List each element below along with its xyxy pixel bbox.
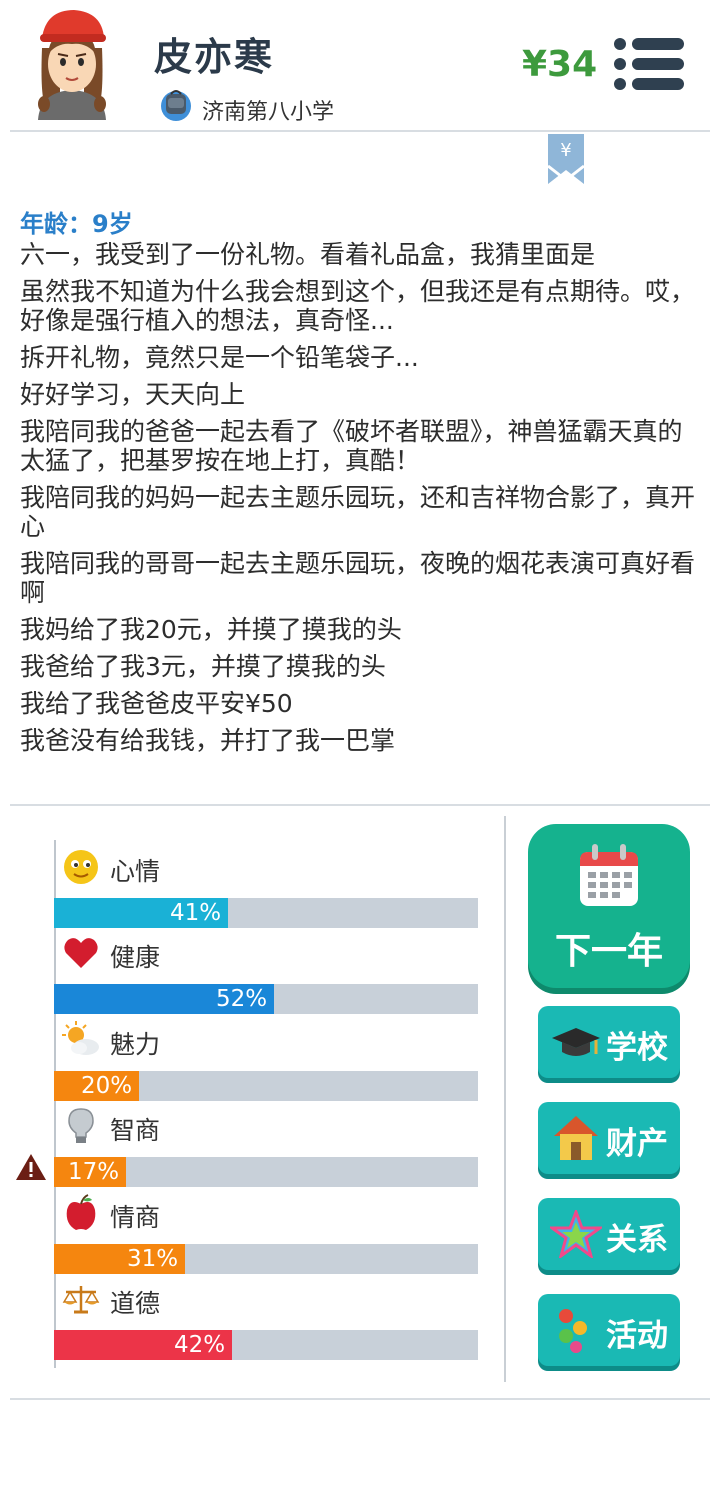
story-line: 我陪同我的爸爸一起去看了《破坏者联盟》，神兽猛霸天真的太猛了，把基罗按在地上打，… (20, 417, 683, 475)
stat-row: 健康 52% (54, 934, 478, 1020)
stat-row: 道德 42% (54, 1280, 478, 1366)
bookmark-ribbon-icon[interactable]: ¥ (546, 134, 586, 186)
stat-row: 情商 31% (54, 1193, 478, 1280)
activities-button-label: 活动 (606, 1318, 668, 1354)
stat-percent: 31% (127, 1245, 179, 1272)
stat-row: 心情 41% (54, 848, 478, 934)
stat-label: 智商 (110, 1116, 161, 1146)
school-button-label: 学校 (606, 1030, 668, 1066)
stat-percent: 41% (170, 900, 222, 926)
relations-button-label: 关系 (606, 1222, 668, 1258)
star-icon (550, 1210, 602, 1258)
story-line: 虽然我不知道为什么我会想到这个，但我还是有点期待。哎，好像是强行植入的想法，真奇… (20, 277, 696, 335)
activities-button[interactable]: 活动 (538, 1294, 680, 1366)
stat-bar-track: 52% (54, 984, 478, 1015)
school-bag-icon (161, 90, 191, 121)
story-line: 六一，我受到了一份礼物。看着礼品盒，我猜里面是 (20, 240, 596, 269)
story-line: 我妈给了我20元，并摸了摸我的头 (20, 615, 402, 644)
stat-bar-track: 20% (54, 1070, 478, 1101)
property-button[interactable]: 财产 (538, 1102, 680, 1174)
sun-cloud-icon (62, 1020, 99, 1055)
stat-label: 魅力 (110, 1029, 161, 1059)
story-divider (10, 804, 710, 806)
age-label: 年龄：9岁 (20, 210, 133, 238)
relations-button[interactable]: 关系 (538, 1198, 680, 1270)
property-button-label: 财产 (606, 1126, 668, 1162)
calendar-icon (580, 844, 638, 906)
stat-percent: 20% (81, 1072, 133, 1099)
stat-label: 情商 (110, 1202, 161, 1232)
activity-dots-icon (559, 1309, 587, 1353)
header-divider (10, 130, 710, 132)
story-line: 好好学习，天天向上 (20, 380, 246, 409)
graduation-cap-icon (552, 1028, 600, 1056)
next-year-button[interactable]: 下一年 (528, 824, 690, 988)
story-line: 我爸给了我3元，并摸了摸我的头 (20, 652, 386, 681)
stat-label: 心情 (110, 857, 161, 886)
next-year-label: 下一年 (554, 931, 663, 972)
stat-label: 道德 (110, 1289, 161, 1318)
story-line: 我爸没有给我钱，并打了我一巴掌 (20, 726, 396, 755)
ribbon-symbol: ¥ (560, 140, 571, 161)
stat-row: 魅力 20% (54, 1020, 478, 1107)
smiley-icon (64, 850, 98, 884)
scales-icon (62, 1286, 100, 1314)
panel-divider (504, 816, 506, 1382)
heart-icon (64, 938, 98, 969)
apple-icon (66, 1193, 96, 1230)
story-line: 我陪同我的哥哥一起去主题乐园玩，夜晚的烟花表演可真好看啊 (20, 549, 696, 607)
house-icon (554, 1116, 598, 1160)
lightbulb-icon (68, 1108, 94, 1144)
character-name: 皮亦寒 (154, 35, 275, 79)
avatar (38, 10, 106, 120)
stat-row: 智商 17% (54, 1107, 478, 1193)
stat-percent: 42% (174, 1332, 226, 1358)
school-button[interactable]: 学校 (538, 1006, 680, 1078)
story-log: 六一，我受到了一份礼物。看着礼品盒，我猜里面是虽然我不知道为什么我会想到这个，但… (20, 240, 700, 763)
story-line: 拆开礼物，竟然只是一个铅笔袋子... (20, 343, 419, 372)
header: 皮亦寒 济南第八小学 ¥34 (0, 0, 720, 132)
stat-percent: 52% (216, 986, 268, 1013)
stat-bar-track: 42% (54, 1330, 478, 1360)
school-name: 济南第八小学 (202, 100, 335, 125)
story-line: 我陪同我的妈妈一起去主题乐园玩，还和吉祥物合影了，真开心 (20, 483, 696, 541)
stat-bar-track: 31% (54, 1243, 478, 1274)
story-line: 我给了我爸爸皮平安¥50 (20, 689, 293, 718)
stat-bar-track: 17% (54, 1157, 478, 1188)
bottom-divider (10, 1398, 710, 1400)
warning-icon (16, 1154, 46, 1180)
stat-label: 健康 (110, 943, 161, 973)
stat-bar-track: 41% (54, 898, 478, 928)
stat-percent: 17% (68, 1159, 120, 1186)
money-balance: ¥34 (522, 44, 598, 85)
menu-icon[interactable] (610, 36, 686, 92)
